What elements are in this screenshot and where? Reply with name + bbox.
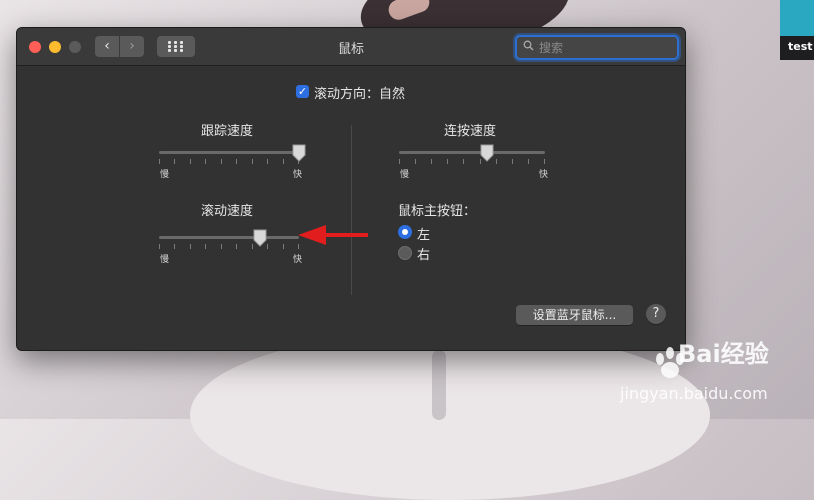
- slider-tick: [283, 244, 284, 249]
- background-teal-window: [780, 0, 814, 36]
- slider-tick: [205, 159, 206, 164]
- primary-button-label: 鼠标主按钮：: [398, 204, 477, 219]
- slider-tick: [221, 159, 222, 164]
- tracking-speed-label: 跟踪速度: [200, 124, 253, 139]
- slider-tick: [190, 159, 191, 164]
- slider-tick: [205, 244, 206, 249]
- tracking-speed-track[interactable]: [159, 151, 299, 154]
- slider-tick: [159, 159, 160, 164]
- slider-min-label: 慢: [400, 170, 410, 180]
- titlebar: ‹ › 鼠标 搜索: [17, 28, 685, 66]
- natural-scroll-checkbox[interactable]: ✓: [296, 85, 309, 98]
- scroll-speed-label: 滚动速度: [200, 204, 253, 219]
- slider-tick: [236, 244, 237, 249]
- slider-tick: [431, 159, 432, 164]
- search-icon: [523, 40, 534, 51]
- help-button[interactable]: ?: [646, 304, 666, 324]
- setup-bluetooth-mouse-button[interactable]: 设置蓝牙鼠标...: [516, 305, 633, 325]
- slider-tick: [463, 159, 464, 164]
- slider-tick: [544, 159, 545, 164]
- slider-tick: [190, 244, 191, 249]
- slider-tick: [174, 244, 175, 249]
- background-corner-label: test: [788, 40, 813, 53]
- natural-scroll-label: 滚动方向：自然: [314, 87, 406, 102]
- slider-tick: [496, 159, 497, 164]
- primary-right-label: 右: [417, 248, 431, 263]
- slider-tick: [512, 159, 513, 164]
- primary-left-label: 左: [417, 228, 431, 243]
- slider-tick: [221, 244, 222, 249]
- slider-tick: [174, 159, 175, 164]
- slider-tick: [528, 159, 529, 164]
- watermark-brand: Bai经验: [678, 340, 769, 368]
- slider-tick: [415, 159, 416, 164]
- slider-min-label: 慢: [160, 170, 170, 180]
- slider-tick: [236, 159, 237, 164]
- scroll-speed-thumb[interactable]: [253, 229, 267, 247]
- double-click-speed-thumb[interactable]: [480, 144, 494, 162]
- slider-tick: [447, 159, 448, 164]
- watermark-url: jingyan.baidu.com: [620, 384, 768, 403]
- scroll-speed-track[interactable]: [159, 236, 299, 239]
- checkmark-icon: ✓: [297, 85, 308, 98]
- double-click-speed-label: 连按速度: [443, 124, 496, 139]
- primary-right-radio[interactable]: [398, 246, 412, 260]
- slider-tick: [267, 244, 268, 249]
- slider-max-label: 快: [293, 255, 303, 265]
- double-click-speed-track[interactable]: [399, 151, 545, 154]
- slider-max-label: 快: [293, 170, 303, 180]
- slider-tick: [267, 159, 268, 164]
- slider-tick: [252, 159, 253, 164]
- slider-max-label: 快: [539, 170, 549, 180]
- search-field[interactable]: 搜索: [515, 35, 679, 60]
- slider-tick: [283, 159, 284, 164]
- mouse-preferences-window: ‹ › 鼠标 搜索 ✓ 滚动方向：自然 跟踪速度 滚动速度 连按速度 鼠标主按钮…: [16, 27, 686, 351]
- slider-min-label: 慢: [160, 255, 170, 265]
- search-placeholder: 搜索: [539, 41, 564, 55]
- slider-tick: [399, 159, 400, 164]
- tracking-speed-thumb[interactable]: [292, 144, 306, 162]
- slider-tick: [159, 244, 160, 249]
- vertical-divider: [351, 125, 352, 295]
- annotation-arrow-icon: [298, 225, 368, 245]
- primary-left-radio[interactable]: [398, 225, 412, 239]
- wallpaper-ribbon: [432, 350, 446, 420]
